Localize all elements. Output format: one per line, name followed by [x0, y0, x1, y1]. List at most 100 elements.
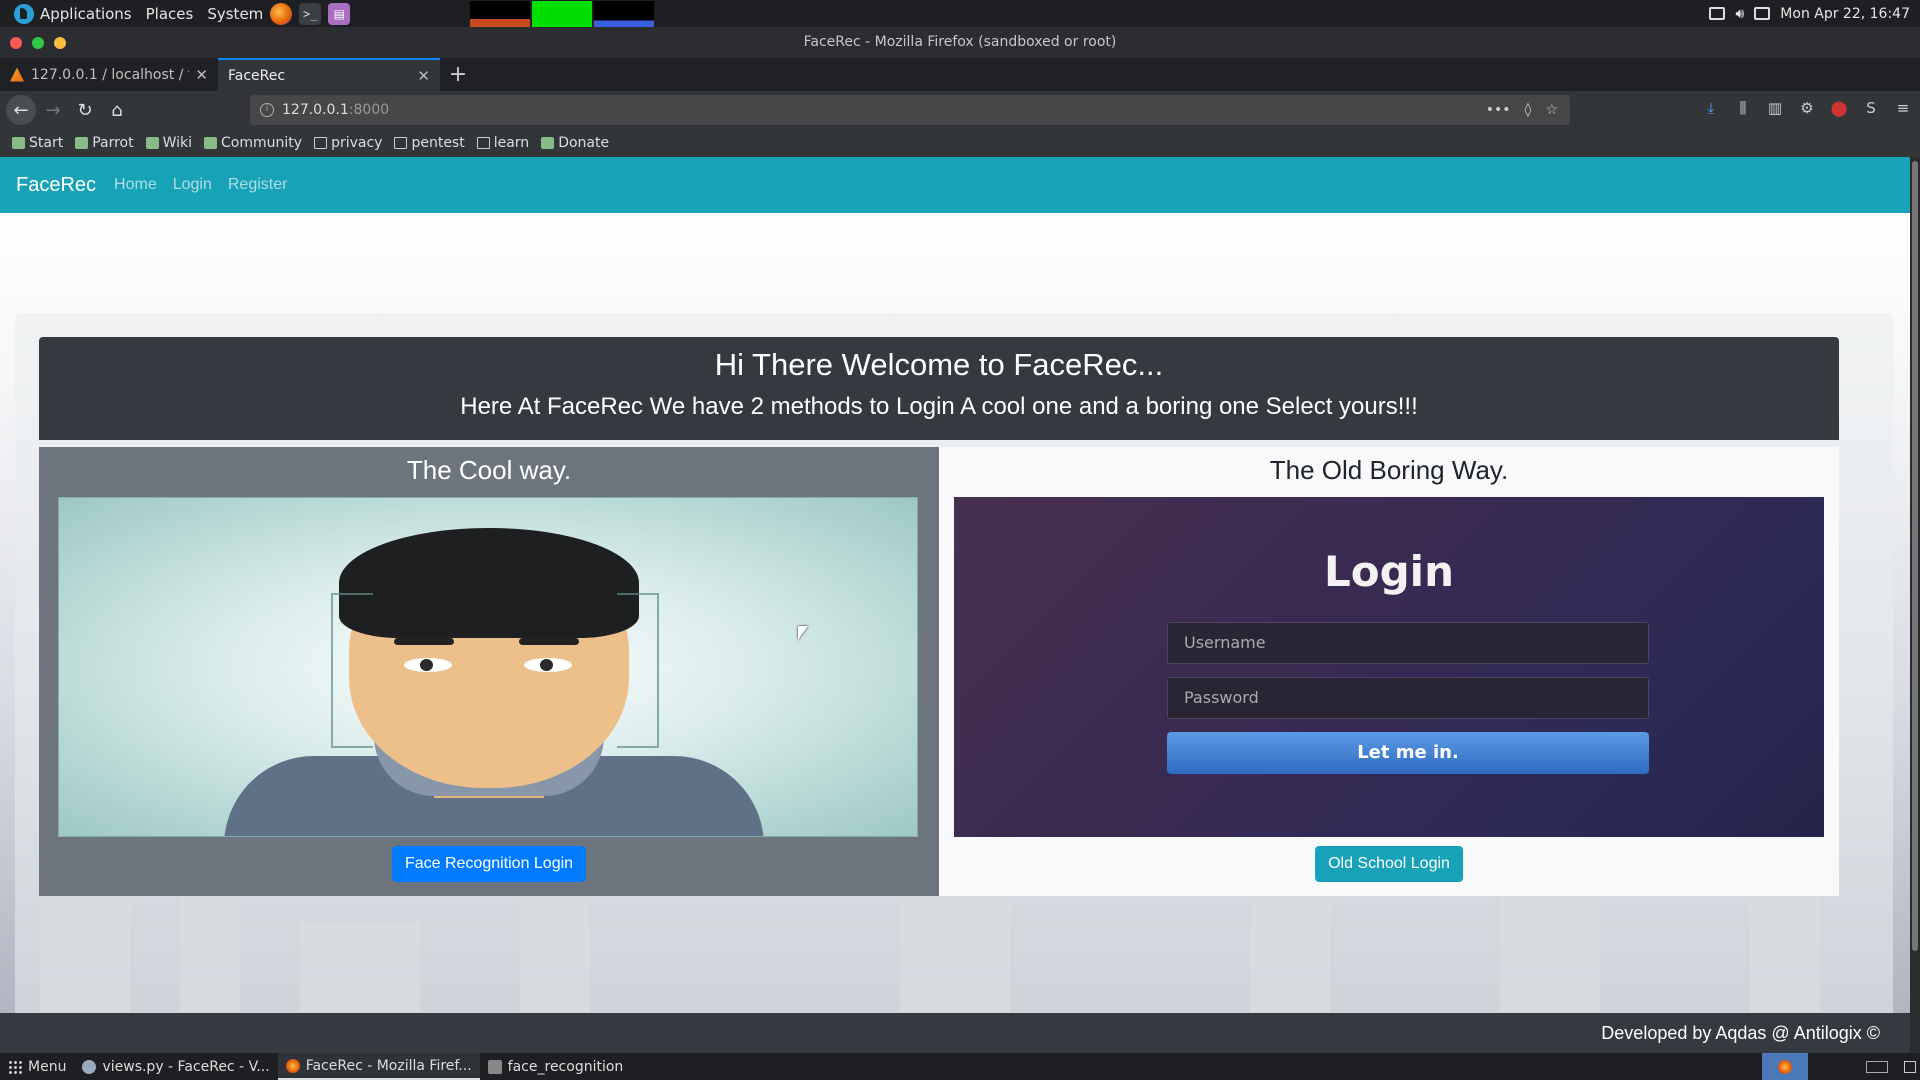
- bookmark-start[interactable]: Start: [12, 135, 63, 151]
- clock[interactable]: Mon Apr 22, 16:47: [1780, 6, 1910, 22]
- memory-graph: [532, 0, 593, 27]
- bookmark-wiki[interactable]: Wiki: [145, 135, 192, 151]
- taskbar-menu-label: Menu: [28, 1058, 67, 1075]
- bookmark-star-icon[interactable]: ☆: [1545, 102, 1558, 118]
- firefox-icon: [1778, 1059, 1792, 1074]
- cool-way-panel: The Cool way. Face Recognition Login: [39, 447, 939, 896]
- os-top-panel: Applications Places System >_ ▤ 🔊︎ Mon A…: [0, 0, 1920, 27]
- task-label: views.py - FaceRec - V...: [102, 1058, 270, 1075]
- text-editor-launcher-icon[interactable]: ▤: [328, 2, 351, 25]
- minimize-window-button[interactable]: [54, 37, 66, 49]
- page-actions-icon[interactable]: •••: [1486, 102, 1511, 118]
- illustration-password-field: Password: [1167, 677, 1649, 719]
- site-icon: [75, 137, 89, 149]
- nav-link-login[interactable]: Login: [173, 176, 212, 194]
- face-recognition-illustration: [58, 497, 918, 837]
- library-icon[interactable]: ⫼: [1734, 99, 1752, 117]
- bookmark-label: Community: [221, 135, 303, 151]
- workspace-1[interactable]: [1762, 1053, 1808, 1080]
- site-icon: [145, 137, 159, 149]
- illustration-login-title: Login: [1324, 547, 1454, 596]
- web-page: FaceRec Home Login Register Hi There Wel…: [0, 157, 1910, 1013]
- parrot-logo-icon: [14, 3, 34, 24]
- task-label: FaceRec - Mozilla Firef...: [305, 1057, 472, 1074]
- taskbar-menu-button[interactable]: Menu: [0, 1053, 74, 1080]
- close-tab-icon[interactable]: ✕: [195, 66, 208, 84]
- forward-button[interactable]: →: [38, 95, 68, 125]
- reload-button[interactable]: ↻: [70, 95, 100, 125]
- site-footer: Developed by Aqdas @ Antilogix ©: [0, 1013, 1910, 1053]
- display-tray-icon[interactable]: [1709, 7, 1726, 20]
- bookmark-label: Parrot: [92, 135, 134, 151]
- ublock-icon[interactable]: ⬤: [1830, 99, 1848, 117]
- scrollbar-thumb[interactable]: [1912, 161, 1918, 951]
- maximize-window-button[interactable]: [32, 37, 44, 49]
- nav-link-register[interactable]: Register: [228, 176, 288, 194]
- nav-link-home[interactable]: Home: [114, 176, 157, 194]
- close-window-button[interactable]: [10, 37, 22, 49]
- desktop-icon: [1904, 1060, 1916, 1073]
- cool-way-heading: The Cool way.: [406, 455, 572, 485]
- new-tab-button[interactable]: +: [440, 58, 476, 91]
- illustration-let-me-in-button: Let me in.: [1167, 732, 1649, 774]
- back-button[interactable]: ←: [6, 95, 36, 125]
- tab-phpmyadmin[interactable]: 127.0.0.1 / localhost / fac ✕: [0, 58, 218, 91]
- site-brand[interactable]: FaceRec: [16, 174, 96, 197]
- applications-menu[interactable]: Applications: [14, 3, 132, 24]
- close-tab-icon[interactable]: ✕: [417, 67, 430, 85]
- screen-tray-icon[interactable]: [1754, 7, 1771, 20]
- tab-facerec[interactable]: FaceRec ✕: [218, 58, 440, 91]
- workspace-2[interactable]: [1808, 1053, 1854, 1080]
- taskbar-task-folder[interactable]: face_recognition: [480, 1053, 632, 1080]
- extension-icon[interactable]: ⚙: [1798, 99, 1816, 117]
- sidebar-icon[interactable]: ▥: [1766, 99, 1784, 117]
- firefox-icon: [285, 1058, 300, 1073]
- bookmark-label: Donate: [558, 135, 610, 151]
- folder-icon: [394, 137, 408, 149]
- site-info-icon[interactable]: i: [260, 103, 274, 117]
- home-button[interactable]: ⌂: [102, 95, 132, 125]
- bookmark-folder-privacy[interactable]: privacy: [314, 135, 382, 151]
- system-menu[interactable]: System: [207, 5, 263, 23]
- window-title: FaceRec - Mozilla Firefox (sandboxed or …: [803, 34, 1117, 50]
- mouse-cursor-icon: [798, 626, 808, 640]
- site-icon: [541, 137, 555, 149]
- bookmark-folder-pentest[interactable]: pentest: [394, 135, 465, 151]
- bookmark-folder-learn[interactable]: learn: [476, 135, 530, 151]
- login-jumbotron: Hi There Welcome to FaceRec... Here At F…: [15, 313, 1893, 1013]
- terminal-launcher-icon[interactable]: >_: [299, 2, 322, 25]
- navigation-toolbar: ← → ↻ ⌂ i 127.0.0.1:8000 ••• ◊ ☆ ⤓ ⫼ ▥ ⚙…: [0, 91, 1920, 129]
- firefox-launcher-icon[interactable]: [270, 2, 293, 25]
- pocket-icon[interactable]: ◊: [1525, 102, 1532, 118]
- workspace-3[interactable]: [1854, 1053, 1900, 1080]
- window-titlebar: FaceRec - Mozilla Firefox (sandboxed or …: [0, 27, 1920, 58]
- network-graph: [594, 0, 655, 27]
- bookmark-label: privacy: [331, 135, 383, 151]
- taskbar-task-firefox[interactable]: FaceRec - Mozilla Firef...: [277, 1053, 480, 1080]
- tab-strip: 127.0.0.1 / localhost / fac ✕ FaceRec ✕ …: [0, 58, 1920, 91]
- downloads-icon[interactable]: ⤓: [1702, 99, 1720, 117]
- hamburger-menu-icon[interactable]: ≡: [1894, 99, 1912, 117]
- address-bar[interactable]: i 127.0.0.1:8000 ••• ◊ ☆: [250, 95, 1570, 125]
- os-taskbar: Menu views.py - FaceRec - V... FaceRec -…: [0, 1053, 1920, 1080]
- extension-s-icon[interactable]: S: [1862, 99, 1880, 117]
- places-menu-label: Places: [145, 4, 194, 23]
- show-desktop-button[interactable]: [1900, 1053, 1920, 1080]
- bookmark-parrot[interactable]: Parrot: [75, 135, 134, 151]
- volume-tray-icon[interactable]: 🔊︎: [1735, 6, 1744, 22]
- footer-credit: Developed by Aqdas @ Antilogix ©: [1601, 1023, 1880, 1043]
- apps-grid-icon: [8, 1059, 22, 1074]
- welcome-banner: Hi There Welcome to FaceRec... Here At F…: [39, 337, 1839, 440]
- taskbar-task-vscode[interactable]: views.py - FaceRec - V...: [74, 1053, 277, 1080]
- bookmark-community[interactable]: Community: [204, 135, 302, 151]
- bookmark-donate[interactable]: Donate: [541, 135, 609, 151]
- page-scrollbar[interactable]: [1910, 157, 1920, 1013]
- folder-icon: [314, 137, 328, 149]
- phpmyadmin-favicon-icon: [10, 67, 24, 82]
- old-school-login-button[interactable]: Old School Login: [1315, 846, 1463, 882]
- places-menu[interactable]: Places: [146, 5, 194, 23]
- face-recognition-login-button[interactable]: Face Recognition Login: [391, 846, 587, 882]
- welcome-title: Hi There Welcome to FaceRec...: [714, 347, 1164, 382]
- bookmark-label: learn: [493, 135, 530, 151]
- url-port: :8000: [348, 102, 390, 118]
